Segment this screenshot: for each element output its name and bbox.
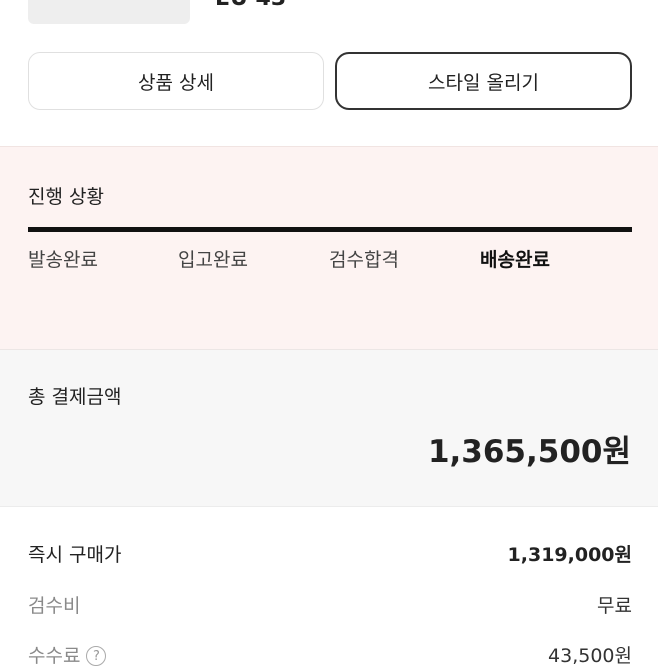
price-row-instant-buy: 즉시 구매가 1,319,000원 bbox=[28, 540, 632, 570]
price-row-commission: 수수료? 43,500원 bbox=[28, 641, 632, 671]
progress-section: 진행 상황 발송완료 입고완료 검수합격 배송완료 bbox=[0, 146, 658, 350]
product-header: EU 43 bbox=[0, 0, 658, 30]
progress-step-received: 입고완료 bbox=[178, 249, 248, 271]
product-detail-button[interactable]: 상품 상세 bbox=[28, 52, 324, 110]
progress-step-shipped: 발송완료 bbox=[28, 249, 98, 271]
price-row-value: 43,500원 bbox=[548, 645, 632, 667]
price-row-label-text: 수수료 bbox=[28, 645, 81, 667]
question-circle-icon[interactable]: ? bbox=[86, 646, 107, 666]
price-row-label: 수수료? bbox=[28, 641, 107, 668]
price-row-value: 무료 bbox=[597, 595, 632, 617]
price-row-value: 1,319,000원 bbox=[507, 544, 632, 566]
price-row-inspection-fee: 검수비 무료 bbox=[28, 591, 632, 621]
product-size: EU 43 bbox=[215, 0, 286, 11]
product-thumbnail[interactable] bbox=[28, 0, 190, 24]
progress-step-inspected: 검수합격 bbox=[329, 249, 399, 271]
price-row-label: 검수비 bbox=[28, 595, 81, 617]
progress-title: 진행 상황 bbox=[28, 186, 104, 208]
price-row-label: 즉시 구매가 bbox=[28, 544, 122, 566]
total-payment-amount: 1,365,500원 bbox=[427, 434, 631, 470]
progress-step-delivered: 배송완료 bbox=[480, 249, 550, 271]
total-payment-label: 총 결제금액 bbox=[28, 386, 122, 408]
progress-bar bbox=[28, 227, 632, 232]
post-style-button[interactable]: 스타일 올리기 bbox=[335, 52, 632, 110]
total-payment-section: 총 결제금액 1,365,500원 bbox=[0, 350, 658, 507]
